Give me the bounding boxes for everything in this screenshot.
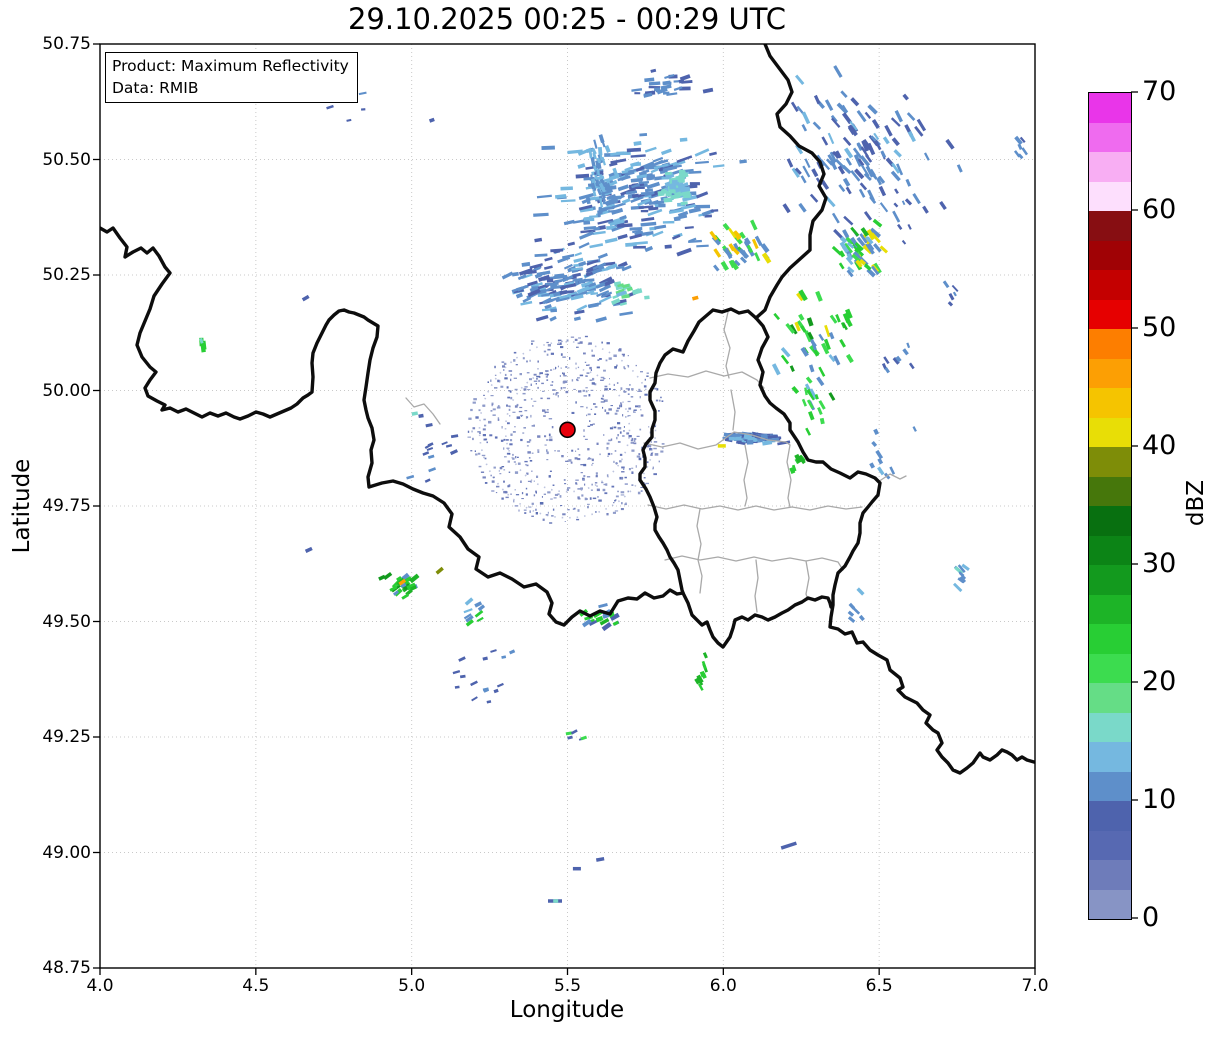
- colorbar-tick-label: 70: [1142, 76, 1177, 107]
- colorbar-segment: [1089, 447, 1131, 477]
- y-tick-label: 49.25: [42, 727, 91, 747]
- x-tick-label: 5.0: [398, 976, 426, 996]
- colorbar-segment: [1089, 653, 1131, 683]
- product-info-box: Product: Maximum Reflectivity Data: RMIB: [105, 52, 358, 103]
- colorbar-segment: [1089, 771, 1131, 801]
- y-tick-label: 49.75: [42, 496, 91, 516]
- y-tick-label: 50.50: [42, 149, 91, 170]
- x-tick-label: 4.5: [242, 976, 270, 996]
- colorbar-segment: [1089, 358, 1131, 388]
- colorbar-segment: [1089, 152, 1131, 182]
- colorbar-segment: [1089, 270, 1131, 300]
- colorbar-segment: [1089, 624, 1131, 654]
- data-source-line: Data: RMIB: [112, 79, 199, 97]
- colorbar-tick-label: 50: [1142, 312, 1177, 343]
- colorbar-tick-label: 40: [1142, 430, 1177, 461]
- colorbar-segment: [1089, 889, 1131, 919]
- colorbar-segment: [1089, 565, 1131, 595]
- colorbar-segment: [1089, 211, 1131, 241]
- colorbar-tick-label: 20: [1142, 666, 1177, 697]
- colorbar-segment: [1089, 683, 1131, 713]
- colorbar-tick-label: 10: [1142, 784, 1177, 815]
- y-tick-label: 50.25: [42, 265, 91, 285]
- radar-echoes: [199, 65, 1029, 903]
- colorbar-segment: [1089, 830, 1131, 860]
- x-tick-label: 6.0: [709, 976, 737, 996]
- y-tick-label: 48.75: [42, 958, 91, 978]
- radar-figure: 29.10.2025 00:25 - 00:29 UTC Product: Ma…: [0, 0, 1219, 1040]
- colorbar-tick-label: 0: [1142, 902, 1160, 933]
- colorbar-label: dBZ: [1183, 479, 1209, 527]
- colorbar-segment: [1089, 476, 1131, 506]
- colorbar-segment: [1089, 712, 1131, 742]
- grid-lines: [100, 44, 1035, 968]
- colorbar-segment: [1089, 506, 1131, 536]
- y-tick-label: 50.00: [42, 380, 91, 401]
- radar-site-marker: [559, 421, 576, 439]
- colorbar-segment: [1089, 388, 1131, 418]
- product-info-line: Product: Maximum Reflectivity: [112, 57, 349, 75]
- colorbar-segment: [1089, 860, 1131, 890]
- colorbar-segment: [1089, 742, 1131, 772]
- y-axis-label: Latitude: [9, 458, 35, 554]
- y-tick-label: 49.50: [42, 611, 91, 632]
- colorbar-segment: [1089, 240, 1131, 270]
- x-tick-label: 6.5: [865, 976, 893, 996]
- colorbar-tick-label: 60: [1142, 194, 1177, 225]
- colorbar: [1088, 92, 1132, 920]
- colorbar-segment: [1089, 181, 1131, 211]
- colorbar-segment: [1089, 535, 1131, 565]
- x-tick-label: 7.0: [1021, 976, 1049, 996]
- x-tick-label: 5.5: [553, 976, 582, 996]
- colorbar-segment: [1089, 93, 1131, 123]
- y-tick-label: 50.75: [42, 34, 91, 54]
- y-tick-label: 49.00: [42, 842, 91, 863]
- colorbar-tick-label: 30: [1142, 548, 1177, 579]
- colorbar-segment: [1089, 417, 1131, 447]
- x-tick-label: 4.0: [86, 976, 114, 996]
- map-plot-area: [93, 43, 1138, 975]
- colorbar-segment: [1089, 329, 1131, 359]
- colorbar-segment: [1089, 594, 1131, 624]
- x-axis-label: Longitude: [509, 997, 625, 1023]
- colorbar-segment: [1089, 122, 1131, 152]
- colorbar-segment: [1089, 299, 1131, 329]
- colorbar-segment: [1089, 801, 1131, 831]
